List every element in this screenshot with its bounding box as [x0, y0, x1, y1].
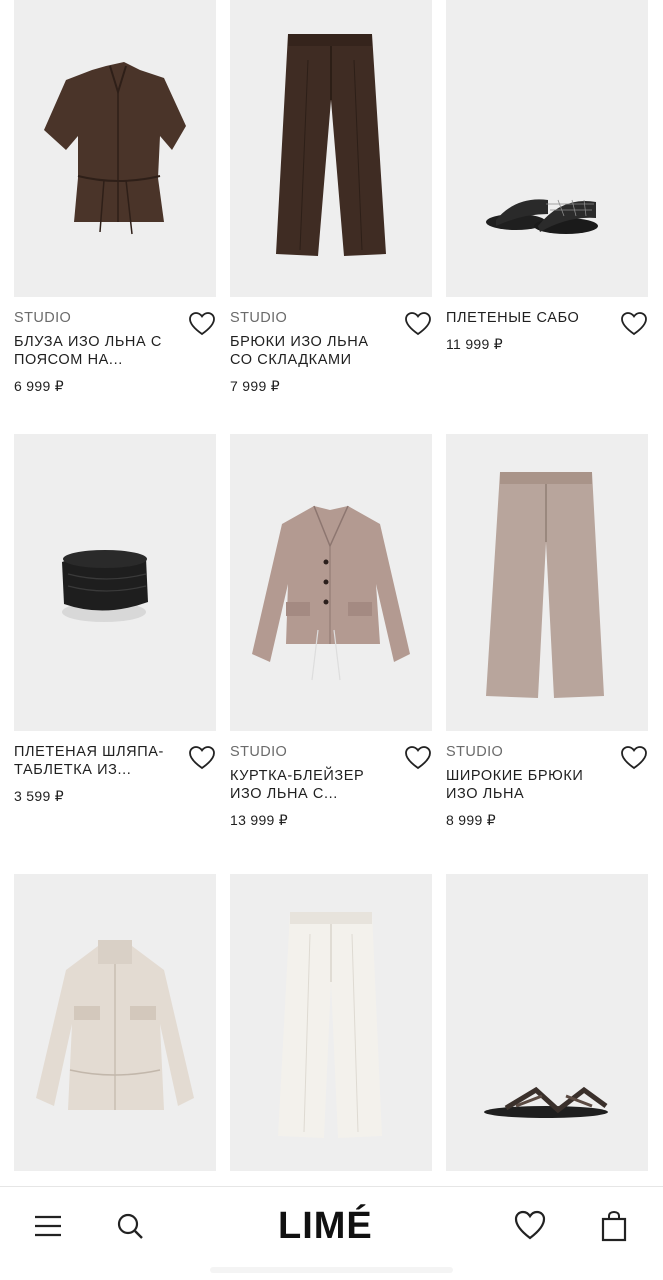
- favorite-heart-icon[interactable]: [188, 311, 216, 337]
- product-card[interactable]: STUDIO БРЮКИ ИЗО ЛЬНА СО СКЛАДКАМИ 7 999…: [230, 0, 432, 395]
- product-price: 7 999 ₽: [230, 378, 280, 394]
- favorite-heart-icon[interactable]: [620, 745, 648, 771]
- product-image[interactable]: [446, 434, 648, 731]
- favorite-heart-icon[interactable]: [404, 311, 432, 337]
- product-image[interactable]: [14, 0, 216, 297]
- product-card[interactable]: [446, 874, 648, 1171]
- product-name[interactable]: БРЮКИ ИЗО ЛЬНА СО СКЛАДКАМИ: [230, 333, 392, 369]
- heart-icon[interactable]: [513, 1209, 547, 1243]
- product-price: 8 999 ₽: [446, 812, 496, 828]
- product-name[interactable]: ПЛЕТЕНАЯ ШЛЯПА-ТАБЛЕТКА ИЗ...: [14, 743, 176, 779]
- product-price: 11 999 ₽: [446, 336, 503, 352]
- product-image[interactable]: [14, 434, 216, 731]
- favorite-heart-icon[interactable]: [404, 745, 432, 771]
- product-name[interactable]: КУРТКА-БЛЕЙЗЕР ИЗО ЛЬНА С...: [230, 767, 392, 803]
- product-card[interactable]: STUDIO КУРТКА-БЛЕЙЗЕР ИЗО ЛЬНА С... 13 9…: [230, 434, 432, 829]
- product-card[interactable]: ПЛЕТЕНАЯ ШЛЯПА-ТАБЛЕТКА ИЗ... 3 599 ₽: [14, 434, 216, 805]
- product-card[interactable]: [230, 874, 432, 1171]
- product-brand: STUDIO: [230, 744, 288, 760]
- product-name[interactable]: БЛУЗА ИЗО ЛЬНА С ПОЯСОМ НА...: [14, 333, 176, 369]
- product-card[interactable]: [14, 874, 216, 1171]
- product-image[interactable]: [230, 434, 432, 731]
- product-brand: STUDIO: [14, 310, 72, 326]
- product-image[interactable]: [446, 0, 648, 297]
- brand-logo[interactable]: LIMÉ: [278, 1205, 388, 1247]
- product-price: 13 999 ₽: [230, 812, 289, 828]
- search-icon[interactable]: [113, 1209, 147, 1243]
- product-price: 6 999 ₽: [14, 378, 64, 394]
- product-card[interactable]: STUDIO БЛУЗА ИЗО ЛЬНА С ПОЯСОМ НА... 6 9…: [14, 0, 216, 395]
- product-image[interactable]: [446, 874, 648, 1171]
- favorite-heart-icon[interactable]: [620, 311, 648, 337]
- product-price: 3 599 ₽: [14, 788, 64, 804]
- product-image[interactable]: [230, 874, 432, 1171]
- product-brand: STUDIO: [230, 310, 288, 326]
- bag-icon[interactable]: [597, 1209, 631, 1243]
- home-indicator: [210, 1267, 453, 1273]
- product-image[interactable]: [14, 874, 216, 1171]
- bottom-navigation-bar: LIMÉ: [0, 1186, 663, 1280]
- product-card[interactable]: ПЛЕТЕНЫЕ САБО 11 999 ₽: [446, 0, 648, 353]
- menu-icon[interactable]: [31, 1209, 65, 1243]
- product-name[interactable]: ШИРОКИЕ БРЮКИ ИЗО ЛЬНА: [446, 767, 608, 803]
- favorite-heart-icon[interactable]: [188, 745, 216, 771]
- product-image[interactable]: [230, 0, 432, 297]
- product-name[interactable]: ПЛЕТЕНЫЕ САБО: [446, 309, 608, 327]
- product-card[interactable]: STUDIO ШИРОКИЕ БРЮКИ ИЗО ЛЬНА 8 999 ₽: [446, 434, 648, 829]
- product-brand: STUDIO: [446, 744, 504, 760]
